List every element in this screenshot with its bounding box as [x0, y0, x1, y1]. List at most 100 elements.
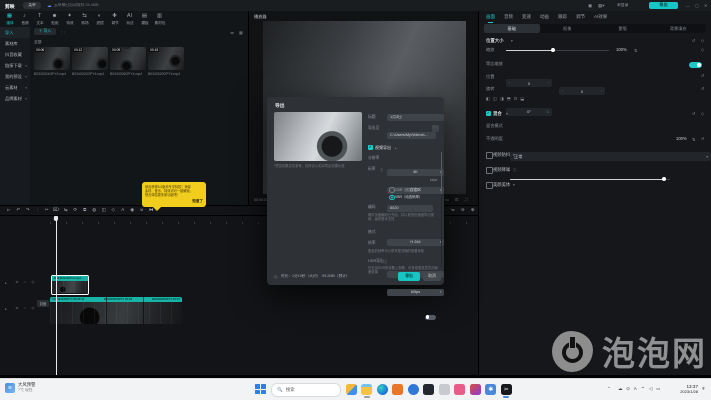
segment-mask[interactable]: 蒙版: [595, 24, 651, 33]
segment-background[interactable]: 背景填充: [651, 24, 707, 33]
tray-language-icon[interactable]: A: [634, 386, 637, 392]
fullscreen-icon[interactable]: ⛶: [465, 197, 468, 202]
crop-icon[interactable]: ⧉: [80, 207, 90, 213]
layout-dropdown-icon[interactable]: ▦▾: [598, 3, 605, 9]
sidebar-item-import[interactable]: 导入: [0, 27, 30, 38]
align-top-icon[interactable]: ⬒: [507, 96, 511, 101]
blend-checkbox[interactable]: ✓: [486, 111, 491, 116]
keyframe-icon[interactable]: ◇: [701, 38, 704, 43]
tab-audio[interactable]: 音频: [504, 14, 513, 20]
mute-icon[interactable]: ♪: [21, 306, 29, 310]
fps-dropdown[interactable]: 60fps ▾: [387, 289, 444, 296]
bitrate-input[interactable]: 8020: [387, 205, 433, 212]
tab-animation[interactable]: 动画: [540, 14, 549, 20]
keyframe-icon[interactable]: ◇: [701, 47, 704, 52]
stabilize-checkbox[interactable]: [486, 152, 493, 159]
ribbon-tab-media[interactable]: ▦媒体: [2, 13, 17, 25]
align-bottom-icon[interactable]: ⬓: [520, 96, 524, 101]
import-button[interactable]: ＋ 导入: [34, 28, 56, 35]
notification-icon[interactable]: ⌾: [702, 386, 705, 391]
taskbar-app-capcut[interactable]: ✂: [501, 384, 512, 395]
clock-widget[interactable]: 13:37 2023/1/28: [666, 384, 698, 394]
media-item[interactable]: 00:12 B0343322OPY4.mp4: [72, 47, 108, 76]
scale-slider[interactable]: [506, 50, 609, 51]
position-x-field[interactable]: ‹0›: [506, 79, 552, 87]
align-right-icon[interactable]: ◨: [500, 96, 504, 101]
reset-icon[interactable]: ↺: [692, 38, 695, 43]
layout-icon[interactable]: ▣: [588, 3, 592, 9]
vbr-radio[interactable]: [389, 195, 395, 201]
chevron-up-icon[interactable]: ▴: [395, 146, 397, 150]
ribbon-tab-filter[interactable]: ◐滤镜: [92, 13, 107, 25]
track-collapse-icon[interactable]: ▸: [2, 281, 10, 285]
tab-ai[interactable]: AI效果: [594, 14, 607, 20]
beauty-checkbox[interactable]: [486, 182, 493, 189]
taskbar-app-dark[interactable]: [423, 384, 434, 395]
ribbon-tab-adjust[interactable]: ✚调节: [107, 13, 122, 25]
path-input[interactable]: C:\Users\My\Videos\...: [387, 132, 436, 139]
align-center-v-icon[interactable]: ⊟: [514, 96, 518, 101]
record-icon[interactable]: ◉: [128, 207, 138, 213]
text-tool-icon[interactable]: A: [118, 207, 128, 213]
media-item[interactable]: 00:06 B0343324OPY4.mp4: [34, 47, 70, 76]
rotate-field[interactable]: 0°⇅: [506, 108, 552, 116]
grid-view-icon[interactable]: ▦: [239, 30, 243, 35]
maximize-button[interactable]: ▢: [695, 3, 699, 8]
section-denoise[interactable]: 视频降噪: [493, 167, 510, 173]
player-tab[interactable]: 播放器: [254, 14, 267, 20]
filter-all-label[interactable]: 全部: [34, 40, 42, 45]
tab-speed[interactable]: 变速: [522, 14, 531, 20]
hide-icon[interactable]: ◎: [29, 306, 37, 310]
cover-button[interactable]: 封面: [37, 300, 49, 307]
blend-mode-dropdown[interactable]: 正常 ▾: [510, 152, 711, 161]
track-collapse-icon[interactable]: ▸: [2, 307, 10, 311]
ratio-icon[interactable]: ▭: [445, 197, 449, 202]
section-blend-title[interactable]: 混合: [493, 111, 502, 117]
align-left-icon[interactable]: ◧: [486, 96, 490, 101]
tooltip-dismiss-button[interactable]: 知道了: [145, 199, 203, 204]
ribbon-tab-effects[interactable]: ✦特效: [62, 13, 77, 25]
dialog-export-button[interactable]: 导出: [398, 272, 420, 281]
resolution-dropdown[interactable]: 4K ▾: [387, 169, 444, 176]
hide-icon[interactable]: ◎: [29, 280, 37, 284]
ribbon-tab-text[interactable]: T文本: [32, 13, 47, 25]
dialog-scrollbar[interactable]: [441, 152, 443, 267]
lock-icon[interactable]: ⊘: [13, 306, 21, 310]
ribbon-tab-audio[interactable]: ♪音频: [17, 13, 32, 25]
preview-axis-icon[interactable]: ≔: [448, 207, 458, 213]
sidebar-item-cloud[interactable]: 云素材▾: [0, 82, 30, 93]
codec-dropdown[interactable]: H.264 ▾: [387, 239, 444, 246]
minimize-button[interactable]: —: [686, 3, 690, 8]
list-view-icon[interactable]: ≔: [230, 30, 234, 35]
align-center-h-icon[interactable]: ◫: [493, 96, 497, 101]
taskbar-app-red[interactable]: [470, 384, 481, 395]
sidebar-item-brand[interactable]: 品牌素材▾: [0, 93, 30, 104]
fit-icon[interactable]: ⊡: [455, 197, 458, 202]
sidebar-item-favorites[interactable]: 抖音收藏: [0, 49, 30, 60]
tray-onedrive-icon[interactable]: ☁: [618, 386, 622, 392]
uniform-scale-toggle[interactable]: [689, 62, 702, 68]
folder-icon[interactable]: 🗀: [61, 30, 65, 37]
taskbar-app-blue[interactable]: [408, 384, 419, 395]
zoom-out-icon[interactable]: ⊖: [458, 207, 468, 213]
main-video-strip[interactable]: A0343318OPY4 00:02:13 B0343322OPY4 00:26…: [50, 297, 182, 324]
position-y-field[interactable]: ‹0›: [559, 87, 605, 95]
magnet-icon[interactable]: ⊎: [137, 207, 147, 213]
taskbar-app-orange[interactable]: [392, 384, 403, 395]
tray-expand-icon[interactable]: ⌃: [607, 386, 611, 392]
redo-icon[interactable]: ↷: [23, 207, 33, 213]
cbr-radio[interactable]: [389, 187, 395, 193]
tab-tracking[interactable]: 跟踪: [558, 14, 567, 20]
close-button[interactable]: ✕: [704, 3, 707, 8]
ribbon-tab-template[interactable]: ▤模板: [137, 13, 152, 25]
delete-icon[interactable]: ⌦: [52, 207, 62, 213]
segment-basic[interactable]: 基础: [484, 24, 540, 33]
reset-icon[interactable]: ↺: [692, 111, 695, 116]
section-beauty[interactable]: 美颜美体: [493, 182, 510, 188]
sidebar-item-link[interactable]: 链接下载▾: [0, 60, 30, 71]
tray-network-icon[interactable]: ⌔: [641, 386, 645, 392]
reset-icon[interactable]: ↺: [701, 73, 704, 78]
pip-clip-selected[interactable]: B0343324OPY4.mp4 00:03: [51, 275, 89, 295]
denoise-checkbox[interactable]: [486, 167, 493, 174]
stepper-icon[interactable]: ⇅: [634, 48, 637, 53]
